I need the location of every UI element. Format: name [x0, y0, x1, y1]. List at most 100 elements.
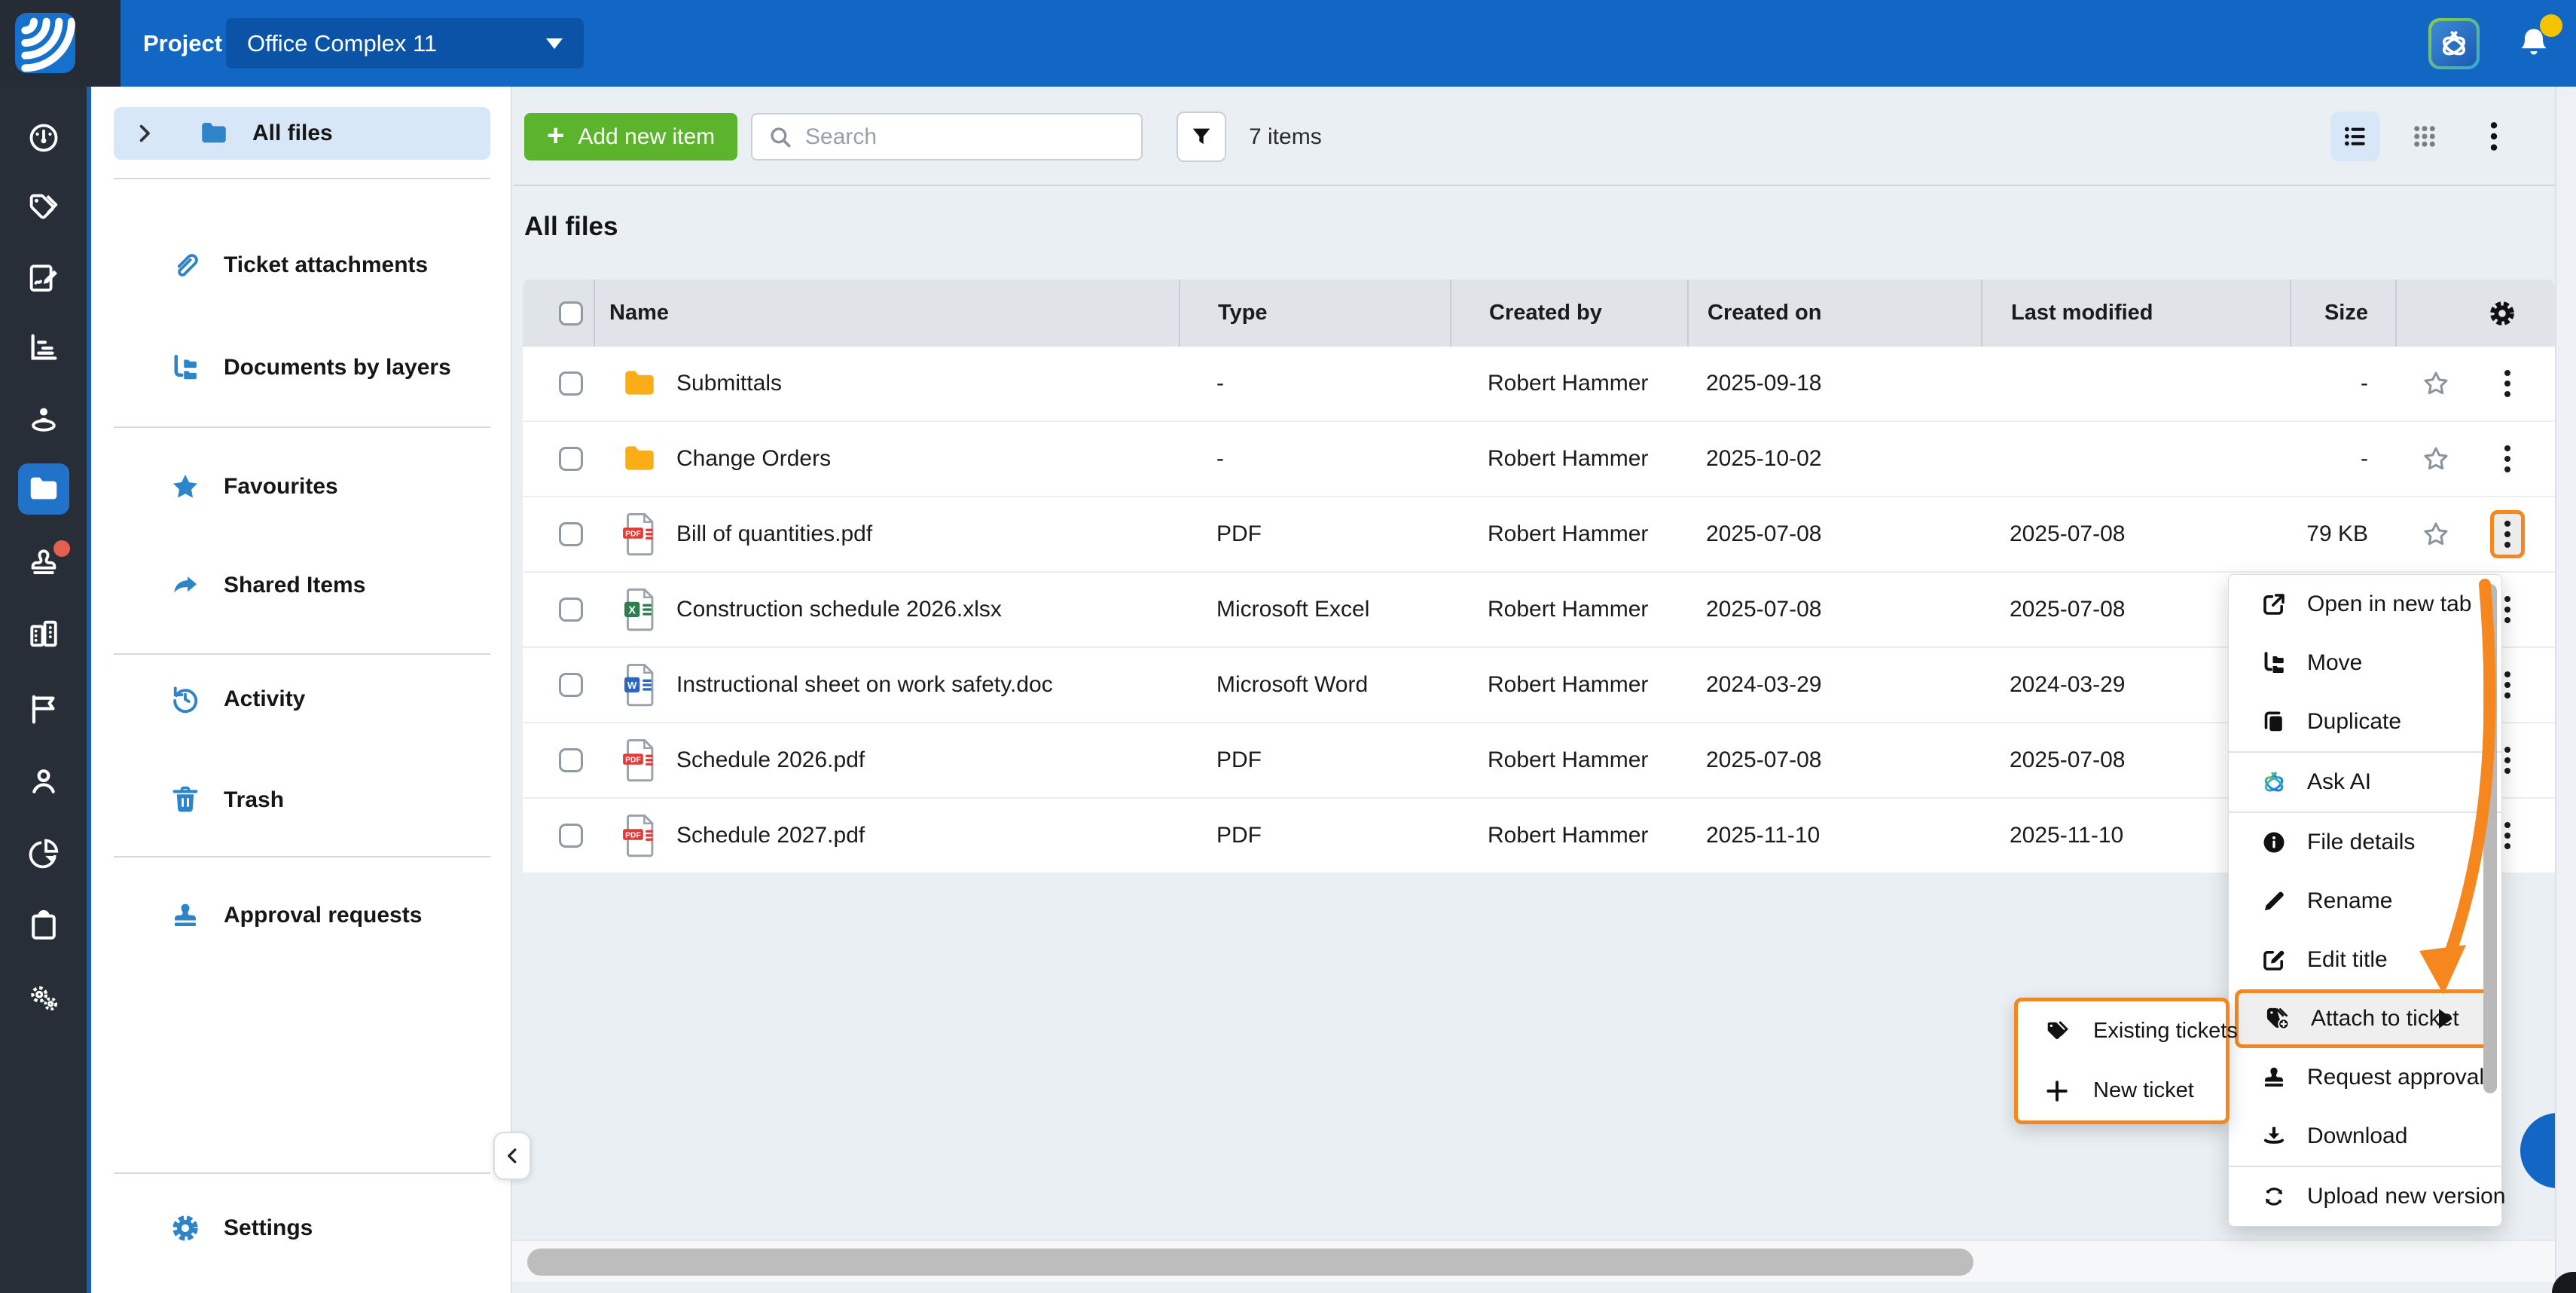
menu-item-move[interactable]: Move: [2229, 634, 2501, 692]
context-menu-scrollbar-thumb[interactable]: [2483, 584, 2497, 1093]
menu-item-request-approval[interactable]: Request approval: [2229, 1048, 2501, 1107]
file-name-cell[interactable]: Schedule 2026.pdf: [594, 738, 1179, 782]
rail-item-reports[interactable]: [0, 320, 87, 374]
file-name-cell[interactable]: Construction schedule 2026.xlsx: [594, 588, 1179, 631]
created-on-cell: 2025-07-08: [1687, 747, 1981, 773]
file-name[interactable]: Construction schedule 2026.xlsx: [676, 597, 1002, 622]
row-select-cell: [523, 598, 594, 622]
rail-item-files[interactable]: [0, 462, 87, 516]
sidebar-item-activity[interactable]: Activity: [114, 673, 490, 726]
table-row[interactable]: Submittals-Robert Hammer2025-09-18-: [523, 347, 2555, 422]
sidebar-item-all-files[interactable]: All files: [114, 107, 490, 160]
more-options-button[interactable]: [2469, 112, 2519, 161]
menu-item-duplicate[interactable]: Duplicate: [2229, 692, 2501, 751]
add-new-item-button[interactable]: + Add new item: [524, 113, 737, 160]
menu-item-label: Request approval: [2307, 1065, 2484, 1090]
submenu-item-new-ticket[interactable]: New ticket: [2018, 1061, 2226, 1120]
row-kebab-button[interactable]: [2490, 510, 2525, 558]
file-name[interactable]: Schedule 2026.pdf: [676, 747, 865, 773]
row-checkbox[interactable]: [559, 598, 583, 622]
file-name[interactable]: Submittals: [676, 371, 782, 396]
sidebar-item-shared-items[interactable]: Shared Items: [114, 559, 490, 612]
sidebar-item-approval-requests[interactable]: Approval requests: [114, 889, 490, 942]
ask-ai-button[interactable]: [2428, 18, 2480, 69]
app-logo[interactable]: [0, 0, 121, 87]
file-name-cell[interactable]: Submittals: [594, 362, 1179, 405]
row-checkbox[interactable]: [559, 447, 583, 471]
rail-item-flags[interactable]: [0, 682, 87, 736]
sidebar-item-ticket-attachments[interactable]: Ticket attachments: [114, 239, 490, 292]
rail-item-approvals[interactable]: [0, 536, 87, 590]
favourite-star-icon[interactable]: [2421, 368, 2451, 399]
chevron-left-icon: [502, 1146, 522, 1166]
menu-item-edit-title[interactable]: Edit title: [2229, 931, 2501, 989]
pencil-icon: [2260, 888, 2288, 915]
row-actions-cell: [2395, 435, 2555, 483]
horizontal-scrollbar-thumb[interactable]: [527, 1249, 1973, 1276]
file-name-cell[interactable]: Instructional sheet on work safety.doc: [594, 663, 1179, 707]
file-name[interactable]: Change Orders: [676, 446, 831, 472]
sidebar-collapse-handle[interactable]: [493, 1132, 531, 1180]
row-kebab-button[interactable]: [2490, 435, 2525, 483]
folder-file-icon: [621, 362, 658, 405]
rail-item-tickets[interactable]: [0, 181, 87, 235]
row-checkbox[interactable]: [559, 522, 583, 546]
row-checkbox[interactable]: [559, 371, 583, 396]
open-new-tab-icon: [2260, 591, 2288, 618]
notifications-button[interactable]: [2514, 22, 2553, 66]
column-header-name[interactable]: Name: [594, 280, 1179, 347]
file-name[interactable]: Bill of quantities.pdf: [676, 521, 872, 547]
favourite-star-icon[interactable]: [2421, 519, 2451, 549]
table-row[interactable]: Change Orders-Robert Hammer2025-10-02-: [523, 422, 2555, 497]
file-name[interactable]: Instructional sheet on work safety.doc: [676, 672, 1053, 698]
sidebar-item-label: Shared Items: [224, 573, 365, 598]
menu-item-file-details[interactable]: File details: [2229, 813, 2501, 872]
sidebar-item-label: Ticket attachments: [224, 252, 428, 278]
rail-item-site-map[interactable]: [0, 391, 87, 445]
search-input[interactable]: [805, 124, 1126, 150]
column-header-last-modified[interactable]: Last modified: [1981, 280, 2290, 347]
menu-item-download[interactable]: Download: [2229, 1107, 2501, 1166]
rail-item-company[interactable]: [0, 607, 87, 661]
sidebar-item-label: Trash: [224, 787, 284, 813]
plus-icon: [2043, 1078, 2071, 1105]
filter-button[interactable]: [1177, 112, 1226, 162]
rail-item-tasks[interactable]: [0, 899, 87, 953]
sidebar-item-favourites[interactable]: Favourites: [114, 460, 490, 513]
file-name-cell[interactable]: Change Orders: [594, 437, 1179, 481]
column-header-created-by[interactable]: Created by: [1450, 280, 1687, 347]
created-by-cell: Robert Hammer: [1450, 597, 1687, 622]
file-name[interactable]: Schedule 2027.pdf: [676, 823, 865, 848]
table-row[interactable]: Bill of quantities.pdfPDFRobert Hammer20…: [523, 497, 2555, 573]
list-view-toggle[interactable]: [2330, 112, 2380, 161]
column-header-size[interactable]: Size: [2290, 280, 2395, 347]
sidebar-item-settings[interactable]: Settings: [114, 1202, 490, 1255]
sidebar-item-documents-by-layers[interactable]: Documents by layers: [114, 341, 490, 394]
favourite-star-icon[interactable]: [2421, 444, 2451, 474]
rail-item-analytics[interactable]: [0, 827, 87, 881]
menu-item-rename[interactable]: Rename: [2229, 872, 2501, 931]
file-name-cell[interactable]: Bill of quantities.pdf: [594, 512, 1179, 556]
rail-item-workflow-settings[interactable]: [0, 971, 87, 1026]
column-header-type[interactable]: Type: [1179, 280, 1450, 347]
column-header-created-on[interactable]: Created on: [1687, 280, 1981, 347]
sidebar-item-trash[interactable]: Trash: [114, 774, 490, 827]
menu-item-ask-ai[interactable]: Ask AI: [2229, 753, 2501, 812]
file-name-cell[interactable]: Schedule 2027.pdf: [594, 814, 1179, 857]
menu-item-attach-to-ticket[interactable]: Attach to ticket: [2235, 989, 2495, 1048]
row-checkbox[interactable]: [559, 673, 583, 697]
row-checkbox[interactable]: [559, 748, 583, 772]
rail-item-forms[interactable]: [0, 251, 87, 305]
table-settings-gear-icon[interactable]: [2487, 298, 2517, 329]
submenu-item-existing-tickets[interactable]: Existing tickets: [2018, 1001, 2226, 1061]
project-selector[interactable]: Office Complex 11: [226, 18, 584, 69]
rail-item-contacts[interactable]: [0, 754, 87, 809]
menu-item-upload-new-version[interactable]: Upload new version: [2229, 1167, 2501, 1226]
menu-item-open-in-new-tab[interactable]: Open in new tab: [2229, 575, 2501, 634]
row-kebab-button[interactable]: [2490, 359, 2525, 408]
row-select-cell: [523, 447, 594, 471]
rail-item-dashboard[interactable]: [0, 111, 87, 165]
select-all-checkbox[interactable]: [559, 301, 583, 326]
row-checkbox[interactable]: [559, 824, 583, 848]
grid-view-toggle[interactable]: [2400, 112, 2449, 161]
